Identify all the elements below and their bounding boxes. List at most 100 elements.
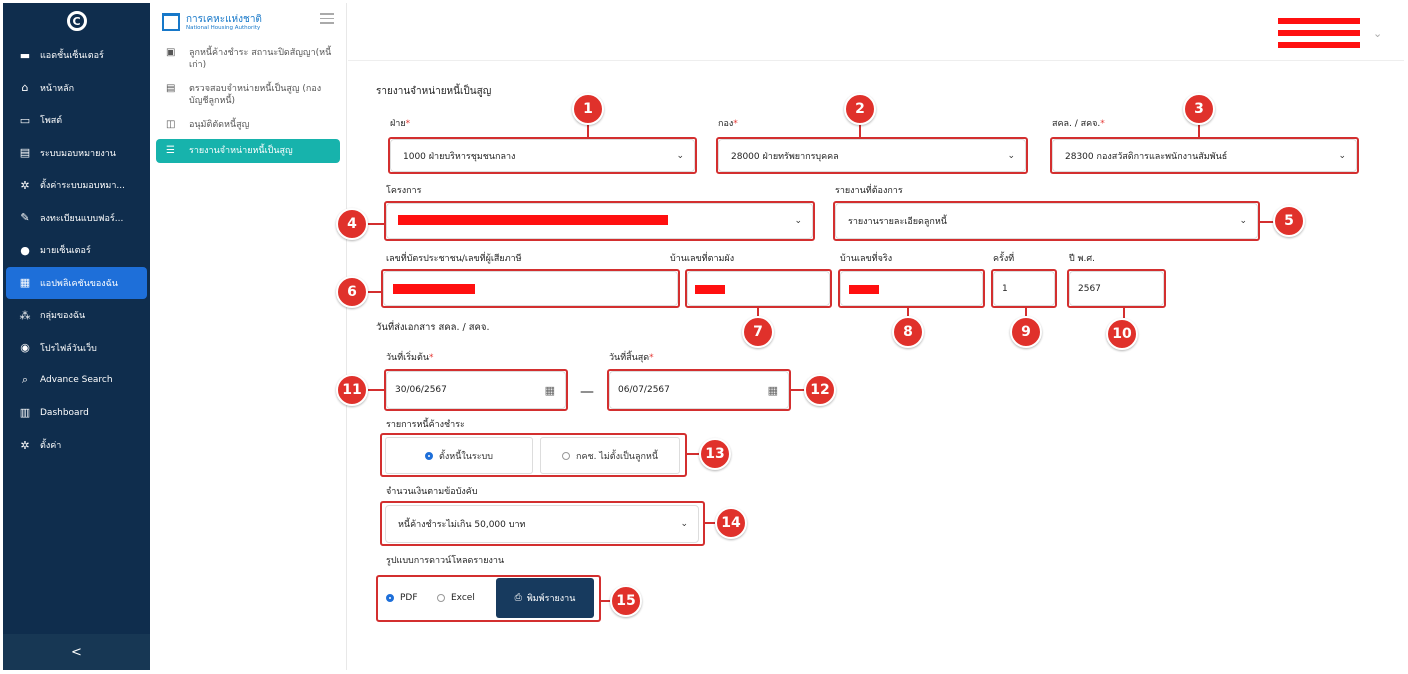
connector-line bbox=[1123, 306, 1125, 318]
nav-item[interactable]: ▥ Dashboard bbox=[3, 397, 150, 430]
debt-not-debtor-radio[interactable]: กคช. ไม่ตั้งเป็นลูกหนี้ bbox=[540, 437, 680, 474]
nav-item[interactable]: ✲ ตั้งค่า bbox=[3, 429, 150, 462]
sub-menu-item[interactable]: ☰ รายงานจำหน่ายหนี้เป็นสูญ bbox=[156, 139, 340, 163]
step-badge: 7 bbox=[742, 316, 774, 348]
profile-icon: ◉ bbox=[20, 341, 30, 355]
calendar-icon[interactable]: ▦ bbox=[545, 384, 555, 397]
end-date-label: วันที่สิ้นสุด* bbox=[609, 353, 654, 363]
redacted-id-card bbox=[393, 284, 475, 294]
nav-item[interactable]: ✲ ตั้งค่าระบบมอบหมา... bbox=[3, 169, 150, 202]
brand[interactable]: การเคหะแห่งชาติ National Housing Authori… bbox=[150, 3, 346, 41]
nav-item-label: ลงทะเบียนแบบฟอร์... bbox=[40, 213, 124, 224]
connector-line bbox=[1258, 221, 1274, 223]
nav-item[interactable]: ⌕ Advance Search bbox=[3, 364, 150, 397]
step-badge: 12 bbox=[804, 374, 836, 406]
nav-item[interactable]: ⁂ กลุ่มของฉัน bbox=[3, 299, 150, 332]
amount-label: จำนวนเงินตามข้อบังคับ bbox=[386, 487, 478, 497]
nav-item[interactable]: ◉ โปรไฟล์วันเว็บ bbox=[3, 332, 150, 365]
kong-select[interactable]: 28000 ฝ่ายทรัพยากรบุคคล ⌄ bbox=[718, 139, 1026, 172]
redacted-house-real bbox=[849, 285, 879, 294]
pdf-radio[interactable]: PDF bbox=[386, 593, 418, 603]
chevron-down-icon: ⌄ bbox=[1007, 150, 1015, 161]
round-input[interactable]: 1 bbox=[993, 271, 1055, 306]
step-badge: 2 bbox=[844, 93, 876, 125]
sub-menu-item[interactable]: ▣ ลูกหนี้ค้างชำระ สถานะปิดสัญญา(หนี้เก่า) bbox=[150, 41, 346, 77]
user-menu-chevron-icon[interactable]: ⌄ bbox=[1373, 27, 1382, 40]
radio-empty-icon bbox=[562, 451, 570, 460]
nav-item[interactable]: ⌂ หน้าหลัก bbox=[3, 72, 150, 105]
app-logo[interactable]: C bbox=[3, 3, 150, 39]
apps-icon: ▦ bbox=[19, 276, 31, 290]
kong-label: กอง* bbox=[718, 119, 738, 129]
brand-name-en: National Housing Authority bbox=[186, 24, 261, 31]
report-type-select[interactable]: รายงานรายละเอียดลูกหนี้ ⌄ bbox=[835, 203, 1258, 239]
sakol-select[interactable]: 28300 กองสวัสดิการและพนักงานสัมพันธ์ ⌄ bbox=[1052, 139, 1357, 172]
gear-icon: ✲ bbox=[20, 178, 30, 192]
menu-toggle-icon[interactable] bbox=[320, 13, 334, 27]
calendar-icon[interactable]: ▦ bbox=[768, 384, 778, 397]
nha-logo-icon bbox=[162, 13, 180, 31]
end-date-input[interactable]: 06/07/2567 ▦ bbox=[609, 371, 789, 409]
fay-label: ฝ่าย* bbox=[390, 119, 411, 129]
redacted-house-plan bbox=[695, 285, 725, 294]
radio-selected-icon bbox=[386, 594, 394, 602]
nav-item-label: ระบบมอบหมายงาน bbox=[40, 148, 116, 159]
user-icon: ● bbox=[20, 243, 30, 257]
step-badge: 11 bbox=[336, 374, 368, 406]
round-label: ครั้งที่ bbox=[993, 254, 1015, 264]
sub-menu-label: อนุมัติตัดหนี้สูญ bbox=[189, 120, 250, 130]
nav-item[interactable]: ✎ ลงทะเบียนแบบฟอร์... bbox=[3, 202, 150, 235]
debt-list-label: รายการหนี้ค้างชำระ bbox=[386, 420, 465, 430]
start-date-input[interactable]: 30/06/2567 ▦ bbox=[386, 371, 566, 409]
briefcase-icon: ▬ bbox=[19, 48, 31, 62]
nav-item[interactable]: ● มายเซ็นเตอร์ bbox=[3, 234, 150, 267]
list-icon: ☰ bbox=[166, 145, 175, 156]
step-badge: 9 bbox=[1010, 316, 1042, 348]
report-type-label: รายงานที่ต้องการ bbox=[835, 186, 903, 196]
home-icon: ⌂ bbox=[21, 81, 29, 95]
year-input[interactable]: 2567 bbox=[1069, 271, 1164, 306]
step-badge: 6 bbox=[336, 276, 368, 308]
step-badge: 10 bbox=[1106, 318, 1138, 350]
print-report-button[interactable]: ⎙ พิมพ์รายงาน bbox=[496, 578, 594, 618]
debt-in-system-radio[interactable]: ตั้งหนี้ในระบบ bbox=[385, 437, 533, 474]
step-badge: 13 bbox=[699, 438, 731, 470]
settings-icon: ✲ bbox=[20, 438, 30, 452]
house-real-label: บ้านเลขที่จริง bbox=[840, 254, 893, 264]
redacted-user-name bbox=[1278, 18, 1360, 24]
nav-item-label: โปรไฟล์วันเว็บ bbox=[40, 343, 97, 354]
nav-item[interactable]: ▬ แอดชั้นเซ็นเตอร์ bbox=[3, 39, 150, 72]
calendar-icon: ▣ bbox=[166, 47, 176, 58]
nav-item-label: แอดชั้นเซ็นเตอร์ bbox=[40, 51, 104, 62]
connector-line bbox=[368, 291, 383, 293]
nav-item[interactable]: ▤ ระบบมอบหมายงาน bbox=[3, 137, 150, 170]
step-badge: 15 bbox=[610, 585, 642, 617]
form-icon: ✎ bbox=[20, 211, 30, 225]
nav-item[interactable]: ▦ แอปพลิเคชันของฉัน bbox=[6, 266, 147, 299]
document-icon: ▤ bbox=[19, 146, 31, 160]
printer-icon: ⎙ bbox=[514, 593, 522, 603]
sub-menu-label: ตรวจสอบจำหน่ายหนี้เป็นสูญ (กองบัญชีลูกหน… bbox=[189, 84, 322, 106]
collapse-sidebar-button[interactable]: < bbox=[3, 634, 150, 670]
sub-menu-item[interactable]: ◫ อนุมัติตัดหนี้สูญ bbox=[150, 113, 346, 137]
step-badge: 14 bbox=[715, 507, 747, 539]
post-icon: ▭ bbox=[19, 113, 31, 127]
connector-line bbox=[1025, 306, 1027, 316]
id-card-label: เลขที่บัตรประชาชน/เลขที่ผู้เสียภาษี bbox=[386, 254, 522, 264]
chevron-down-icon: ⌄ bbox=[1239, 216, 1247, 226]
nav-item-label: มายเซ็นเตอร์ bbox=[40, 246, 91, 257]
nav-item[interactable]: ▭ โพสต์ bbox=[3, 104, 150, 137]
excel-radio[interactable]: Excel bbox=[437, 593, 475, 603]
fay-select[interactable]: 1000 ฝ่ายบริหารชุมชนกลาง ⌄ bbox=[390, 139, 695, 172]
sub-menu-item[interactable]: ▤ ตรวจสอบจำหน่ายหนี้เป็นสูญ (กองบัญชีลูกห… bbox=[150, 77, 346, 113]
connector-line bbox=[367, 223, 386, 225]
redacted-user-name bbox=[1278, 30, 1360, 36]
nav-item-label: Advance Search bbox=[40, 375, 113, 386]
amount-select[interactable]: หนี้ค้างชำระไม่เกิน 50,000 บาท ⌄ bbox=[385, 505, 699, 543]
nav-item-label: แอปพลิเคชันของฉัน bbox=[40, 278, 118, 289]
nav-item-label: หน้าหลัก bbox=[40, 83, 75, 94]
send-date-title: วันที่ส่งเอกสาร สคล. / สคจ. bbox=[376, 322, 490, 333]
house-plan-label: บ้านเลขที่ตามผัง bbox=[670, 254, 735, 264]
chevron-down-icon: ⌄ bbox=[1338, 150, 1346, 161]
group-icon: ⁂ bbox=[19, 308, 31, 322]
